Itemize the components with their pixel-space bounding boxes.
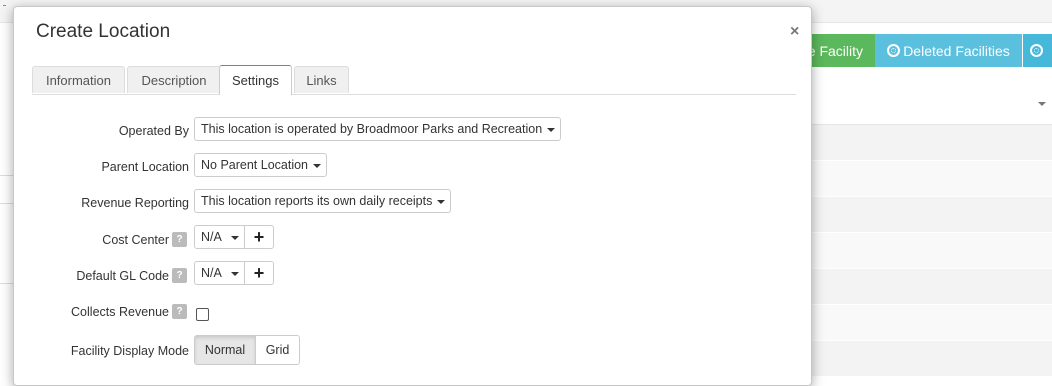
table-row [812, 341, 1052, 377]
table-row [812, 233, 1052, 269]
facility-display-mode-toggle: Normal Grid [194, 335, 300, 365]
help-icon[interactable]: ? [172, 232, 187, 247]
background-divider [0, 283, 14, 284]
chevron-down-icon [437, 200, 446, 204]
help-icon[interactable]: ? [172, 268, 187, 283]
table-row [812, 197, 1052, 233]
cost-center-select[interactable]: N/A [194, 225, 245, 249]
chevron-down-icon [547, 128, 556, 132]
background-divider [0, 175, 14, 176]
tab-links[interactable]: Links [294, 66, 349, 93]
parent-location-value: No Parent Location [201, 158, 309, 172]
facility-display-mode-label: Facility Display Mode [70, 344, 189, 358]
tab-description[interactable]: Description [127, 66, 221, 93]
gear-icon [887, 44, 901, 57]
cost-center-value: N/A [201, 230, 222, 244]
add-gl-code-button[interactable]: + [245, 261, 274, 285]
table-row [812, 305, 1052, 341]
table-row [812, 125, 1052, 161]
background-table [812, 125, 1052, 379]
deleted-facilities-button[interactable]: Deleted Facilities [875, 34, 1022, 67]
display-mode-normal-button[interactable]: Normal [194, 335, 256, 365]
modal-tabs: Information Description Settings Links [32, 65, 796, 95]
operated-by-select[interactable]: This location is operated by Broadmoor P… [194, 117, 562, 141]
create-location-modal: Create Location × Information Descriptio… [13, 6, 812, 386]
parent-location-select[interactable]: No Parent Location [194, 153, 328, 177]
help-icon[interactable]: ? [172, 304, 187, 319]
chevron-down-icon [1038, 102, 1046, 106]
collects-revenue-label: Collects Revenue [71, 305, 169, 319]
default-gl-code-select[interactable]: N/A [194, 261, 245, 285]
close-icon[interactable]: × [790, 23, 799, 41]
collects-revenue-checkbox[interactable] [196, 308, 209, 321]
settings-button[interactable] [1023, 34, 1052, 67]
background-mark [3, 5, 6, 6]
chevron-down-icon [313, 164, 322, 168]
modal-title: Create Location [36, 21, 171, 42]
deleted-facilities-label: Deleted Facilities [903, 42, 1010, 59]
parent-location-label: Parent Location [101, 160, 189, 174]
background-divider [0, 203, 14, 204]
display-mode-grid-button[interactable]: Grid [256, 335, 300, 365]
table-row [812, 269, 1052, 305]
tab-settings[interactable]: Settings [219, 65, 292, 95]
revenue-reporting-value: This location reports its own daily rece… [201, 194, 433, 208]
default-gl-code-value: N/A [201, 266, 222, 280]
default-gl-code-label: Default GL Code [76, 269, 169, 283]
operated-by-value: This location is operated by Broadmoor P… [201, 122, 543, 136]
revenue-reporting-label: Revenue Reporting [81, 196, 189, 210]
chevron-down-icon [231, 272, 239, 276]
revenue-reporting-select[interactable]: This location reports its own daily rece… [194, 189, 452, 213]
add-facility-label: e Facility [807, 42, 863, 59]
table-row [812, 161, 1052, 197]
add-cost-center-button[interactable]: + [245, 225, 274, 249]
chevron-down-icon [231, 236, 239, 240]
operated-by-label: Operated By [118, 124, 189, 138]
gear-icon [1029, 44, 1043, 57]
tab-information[interactable]: Information [32, 66, 125, 93]
cost-center-label: Cost Center [102, 233, 169, 247]
background-dropdown[interactable] [812, 88, 1052, 125]
